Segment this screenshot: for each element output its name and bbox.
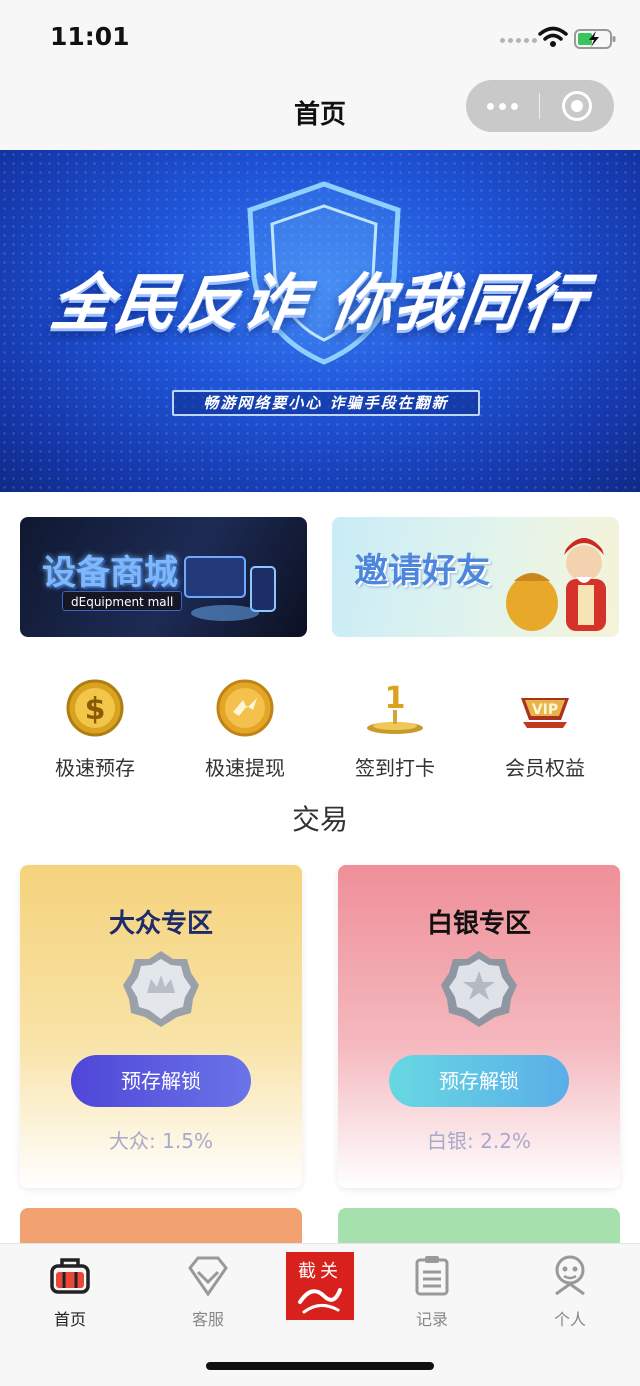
zone-card-public[interactable]: 大众专区 预存解锁 大众: 1.5% <box>20 865 302 1188</box>
device-icon <box>184 556 276 621</box>
quick-deposit[interactable]: $ 极速预存 <box>20 676 170 781</box>
unlock-button[interactable]: 预存解锁 <box>71 1055 251 1107</box>
zone-card-silver[interactable]: 白银专区 预存解锁 白银: 2.2% <box>338 865 620 1188</box>
zone-title: 大众专区 <box>108 909 213 939</box>
zone-card-peek[interactable] <box>20 1208 302 1248</box>
tab-profile[interactable]: 个人 <box>520 1252 620 1330</box>
center-logo-mark <box>298 1288 342 1314</box>
svg-text:$: $ <box>85 692 106 727</box>
svg-text:1: 1 <box>385 681 406 716</box>
center-logo-icon[interactable]: 截关 <box>286 1252 354 1320</box>
check-in-label: 签到打卡 <box>355 756 435 780</box>
unlock-button[interactable]: 预存解锁 <box>389 1055 569 1107</box>
equipment-mall-title: 设备商城 <box>42 553 178 593</box>
quick-deposit-label: 极速预存 <box>55 756 135 780</box>
tab-records[interactable]: 记录 <box>382 1252 482 1330</box>
center-logo-text: 截关 <box>298 1261 342 1282</box>
zone-card-peek[interactable] <box>338 1208 620 1248</box>
tab-label: 记录 <box>415 1310 448 1329</box>
diamond-icon <box>188 1256 228 1297</box>
silver-star-medal-icon <box>441 951 517 1027</box>
invite-friends-title: 邀请好友 <box>354 551 490 591</box>
quick-withdraw-label: 极速提现 <box>205 756 285 780</box>
tab-home[interactable]: 首页 <box>20 1252 120 1330</box>
equipment-mall-card[interactable]: 设备商城 dEquipment mall <box>20 517 307 637</box>
status-time: 11:01 <box>50 22 130 51</box>
svg-text:VIP: VIP <box>532 702 558 718</box>
banner-title: 全民反诈 你我同行 <box>46 266 593 339</box>
tab-label: 客服 <box>191 1310 224 1329</box>
person-icon <box>555 1255 585 1296</box>
close-target-icon[interactable] <box>562 91 592 121</box>
battery-icon <box>574 29 616 49</box>
tab-customer-service[interactable]: 客服 <box>158 1252 258 1330</box>
check-in[interactable]: 1 签到打卡 <box>320 676 470 781</box>
zone-title: 白银专区 <box>426 909 531 939</box>
silver-medal-icon <box>123 951 199 1027</box>
quick-withdraw[interactable]: 极速提现 <box>170 676 320 781</box>
signal-icon <box>500 38 537 43</box>
zone-rate: 大众: 1.5% <box>109 1129 213 1153</box>
home-bag-icon <box>50 1258 90 1294</box>
vip-badge-icon: VIP <box>521 698 569 728</box>
tab-label: 首页 <box>53 1310 86 1329</box>
more-menu-button[interactable] <box>466 80 538 132</box>
trophy-1-icon: 1 <box>367 681 423 734</box>
lightning-coin-icon <box>216 679 274 737</box>
member-benefits[interactable]: VIP 会员权益 <box>470 676 620 781</box>
status-bar: 11:01 <box>0 0 640 76</box>
member-benefits-label: 会员权益 <box>505 756 585 780</box>
zone-rate: 白银: 2.2% <box>427 1129 531 1153</box>
fortune-god-icon <box>506 538 606 631</box>
section-title: 交易 <box>291 803 348 836</box>
nav-bar: 首页 <box>0 76 640 150</box>
home-indicator <box>206 1362 434 1370</box>
banner-subtitle: 畅游网络要小心 诈骗手段在翻新 <box>172 390 480 416</box>
equipment-mall-subtitle: dEquipment mall <box>62 591 183 611</box>
wifi-icon <box>538 26 568 47</box>
clipboard-icon <box>415 1256 449 1296</box>
invite-friends-card[interactable]: 邀请好友 <box>332 517 619 637</box>
dollar-coin-icon: $ <box>66 679 124 737</box>
mini-program-capsule <box>466 80 614 132</box>
capsule-divider <box>539 93 540 119</box>
tab-label: 个人 <box>553 1310 586 1329</box>
